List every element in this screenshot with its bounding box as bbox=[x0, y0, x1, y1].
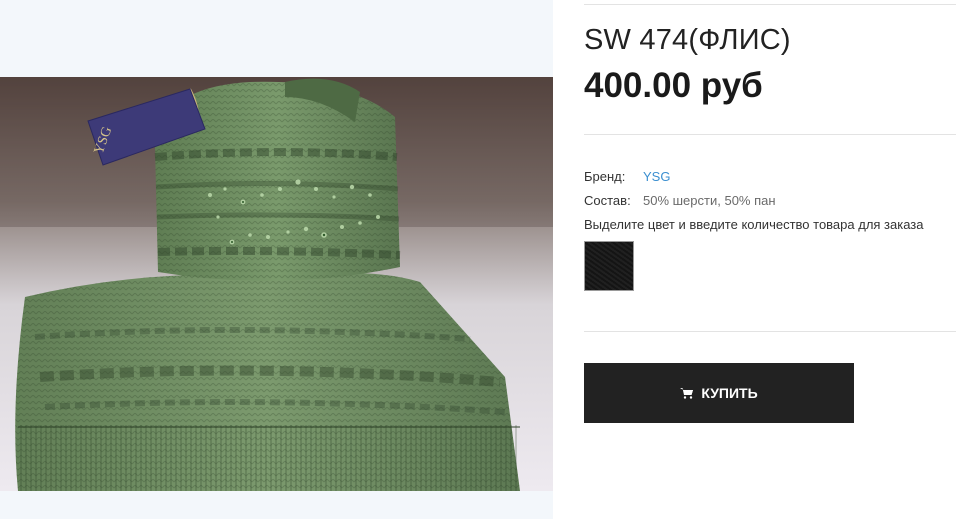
product-image-panel: YSG bbox=[0, 0, 553, 519]
buy-button[interactable]: КУПИТЬ bbox=[584, 363, 854, 423]
composition-value: 50% шерсти, 50% пан bbox=[643, 193, 776, 208]
brand-row: Бренд: YSG bbox=[584, 169, 670, 184]
options-divider bbox=[584, 331, 956, 332]
price-divider bbox=[584, 134, 956, 135]
brand-link[interactable]: YSG bbox=[643, 169, 670, 184]
composition-row: Состав: 50% шерсти, 50% пан bbox=[584, 193, 776, 208]
brand-label: Бренд: bbox=[584, 169, 626, 184]
order-instruction: Выделите цвет и введите количество товар… bbox=[584, 217, 924, 232]
product-page: YSG SW 474(ФЛИС) 400.00 руб Бренд: YSG Со… bbox=[0, 0, 956, 519]
product-price: 400.00 руб bbox=[584, 66, 763, 105]
top-divider bbox=[584, 4, 956, 5]
product-photo[interactable]: YSG bbox=[0, 77, 553, 491]
buy-button-label: КУПИТЬ bbox=[701, 385, 758, 401]
composition-label: Состав: bbox=[584, 193, 631, 208]
cart-icon bbox=[680, 388, 694, 399]
product-details: SW 474(ФЛИС) 400.00 руб Бренд: YSG Состав… bbox=[584, 0, 956, 519]
product-title: SW 474(ФЛИС) bbox=[584, 24, 791, 56]
color-swatch-black[interactable] bbox=[584, 241, 634, 291]
